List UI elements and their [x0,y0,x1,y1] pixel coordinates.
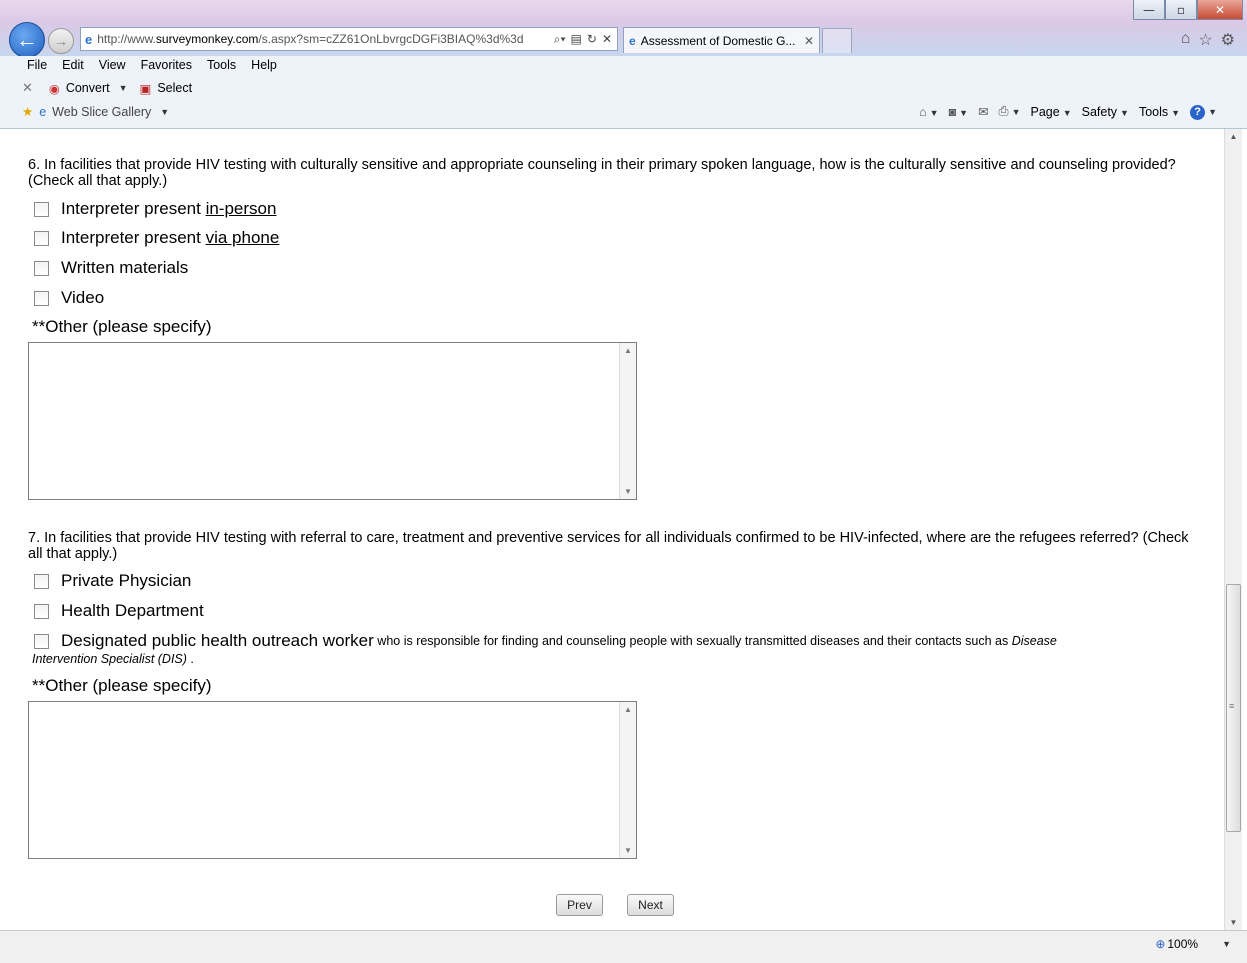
q6-other-label: **Other (please specify) [32,317,212,336]
q6-textarea-scrollbar[interactable]: ▲ ▼ [619,343,636,499]
new-tab-button[interactable] [822,28,852,53]
stop-icon[interactable]: ✕ [602,32,612,47]
q7-other-textarea[interactable]: ▲ ▼ [28,701,637,859]
q7-option-private-physician[interactable]: Private Physician [34,571,191,591]
gear-icon[interactable]: ⚙ [1221,30,1235,50]
tab-title: Assessment of Domestic G... [640,33,796,48]
q7-checkbox-private-physician[interactable] [34,573,49,589]
close-window-button[interactable]: ✕ [1197,0,1243,20]
menu-edit[interactable]: Edit [62,58,93,72]
q7-other-label: **Other (please specify) [32,676,212,695]
browser-titlebar: — ▫ ✕ ← → e http://www.surveymonkey.com/… [0,0,1247,58]
q6-option-in-person[interactable]: Interpreter present in-person [34,199,276,219]
q7-option-outreach-description: Intervention Specialist (DIS) . [32,652,194,666]
q6-checkbox-video[interactable] [34,290,49,306]
q6-option-via-phone[interactable]: Interpreter present via phone [34,228,279,248]
q6-other-textarea[interactable]: ▲ ▼ [28,342,637,500]
home-icon[interactable]: ⌂ [1181,30,1191,50]
scroll-grip-icon: ≡ [1229,701,1235,711]
convert-icon: ◉ [48,81,60,96]
refresh-icon[interactable]: ↻ [587,32,597,47]
menu-file[interactable]: File [27,58,56,72]
tools-menu[interactable]: Tools ▼ [1139,105,1180,119]
q6-checkbox-written-materials[interactable] [34,260,49,276]
q7-checkbox-outreach-worker[interactable] [34,633,49,649]
web-slice-gallery[interactable]: Web Slice Gallery [52,105,151,119]
command-bar: ⌂ ▼ ◙ ▼ ✉ ⎙ ▼ Page ▼ Safety ▼ Tools ▼ ? ▼ [919,104,1217,120]
back-arrow-icon: ← [16,27,38,52]
menu-help[interactable]: Help [251,58,286,72]
q6-option-written-materials[interactable]: Written materials [34,258,188,278]
q7-option-health-department[interactable]: Health Department [34,601,204,621]
question-7-text: 7. In facilities that provide HIV testin… [28,530,1189,562]
zoom-level: 100% [1167,937,1199,951]
help-icon[interactable]: ? ▼ [1190,104,1217,120]
favorites-star-icon[interactable]: ☆ [1198,30,1212,50]
close-tab-icon[interactable]: ✕ [804,34,819,48]
convert-button[interactable]: Convert [66,81,110,95]
menu-view[interactable]: View [99,58,135,72]
ie-logo-icon: e [85,31,93,47]
minimize-button[interactable]: — [1133,0,1165,20]
ie-tab-icon: e [629,33,636,48]
menu-favorites[interactable]: Favorites [141,58,201,72]
q7-textarea-scrollbar[interactable]: ▲ ▼ [619,702,636,858]
compatibility-icon[interactable]: ▤ [571,32,582,47]
forward-arrow-icon: → [54,33,68,49]
address-bar[interactable]: e http://www.surveymonkey.com/s.aspx?sm=… [80,27,618,51]
select-icon: ▣ [139,81,152,96]
feeds-icon[interactable]: ◙ ▼ [949,105,968,119]
close-toolbar-icon[interactable]: ✕ [22,80,33,96]
convert-dropdown-icon[interactable]: ▼ [119,83,128,93]
pdf-toolbar: ✕ ◉ Convert ▼ ▣ Select [22,80,192,96]
next-button[interactable]: Next [627,894,674,916]
forward-button[interactable]: → [48,28,74,54]
browser-toolbars: File Edit View Favorites Tools Help ✕ ◉ … [0,56,1247,129]
search-icon[interactable]: ⌕▾ [554,32,566,47]
question-6-text: 6. In facilities that provide HIV testin… [28,157,1176,189]
q6-checkbox-in-person[interactable] [34,201,49,217]
select-button[interactable]: Select [157,81,192,95]
window-controls: — ▫ ✕ [1133,0,1243,20]
scroll-up-icon[interactable]: ▲ [1225,132,1242,141]
safety-menu[interactable]: Safety ▼ [1082,105,1129,119]
status-bar: ⊕ 100% ▼ [0,930,1247,963]
home-button-icon[interactable]: ⌂ ▼ [919,105,938,119]
favorites-bar: ★ e Web Slice Gallery ▼ [22,104,169,120]
q7-checkbox-health-department[interactable] [34,603,49,619]
zoom-icon: ⊕ [1155,937,1166,951]
print-icon[interactable]: ⎙ ▼ [999,104,1021,119]
q6-option-video[interactable]: Video [34,288,104,308]
prev-button[interactable]: Prev [556,894,603,916]
scroll-down-icon[interactable]: ▼ [1225,918,1242,927]
page-scrollbar[interactable]: ▲ ≡ ▼ [1224,129,1242,930]
zoom-control[interactable]: ⊕ 100% ▼ [1155,937,1231,951]
q7-option-outreach-worker[interactable]: Designated public health outreach worker… [34,631,1057,651]
menu-bar: File Edit View Favorites Tools Help [27,58,292,72]
menu-tools[interactable]: Tools [207,58,245,72]
favorites-icon[interactable]: ★ [22,104,33,119]
address-url[interactable]: http://www.surveymonkey.com/s.aspx?sm=cZ… [97,32,554,46]
web-slice-icon: e [39,104,47,119]
back-button[interactable]: ← [9,22,45,58]
web-slice-dropdown-icon[interactable]: ▼ [160,107,169,117]
zoom-dropdown-icon[interactable]: ▼ [1222,939,1231,949]
page-content: 6. In facilities that provide HIV testin… [0,129,1224,930]
q6-checkbox-via-phone[interactable] [34,230,49,246]
page-menu[interactable]: Page ▼ [1030,105,1071,119]
tab-assessment[interactable]: e Assessment of Domestic G... ✕ [623,27,820,53]
mail-icon[interactable]: ✉ [978,104,988,119]
maximize-button[interactable]: ▫ [1165,0,1197,20]
